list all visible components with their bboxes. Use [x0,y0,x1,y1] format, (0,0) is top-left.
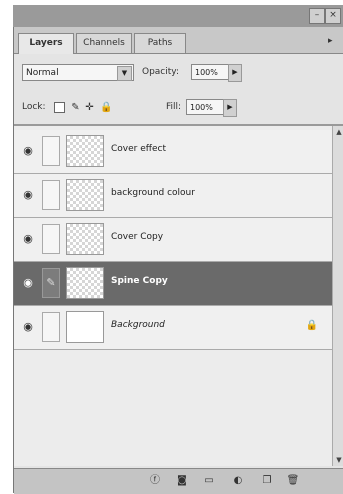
new-layer-icon[interactable]: ❐ [260,474,274,488]
scroll-down-icon[interactable]: ▼ [333,454,343,466]
layer-row[interactable]: ◉ Background 🔒 [14,306,332,350]
eye-icon[interactable]: ◉ [20,231,36,247]
link-slot[interactable] [42,312,60,342]
palette-titlebar[interactable]: – × [13,5,343,27]
adjustment-layer-icon[interactable]: ◐ [231,474,245,488]
fill-arrow-icon[interactable]: ▶ [223,99,237,117]
eye-icon[interactable]: ◉ [20,319,36,335]
layer-name: Background [111,320,165,330]
eye-icon[interactable]: ◉ [20,275,36,291]
lock-icon[interactable]: 🔒 [100,102,112,113]
tab-channels[interactable]: Channels [76,33,132,53]
layer-style-icon[interactable]: ⓕ [148,474,162,488]
layer-name: Cover Copy [111,232,164,242]
lock-fill-row: Lock: ✎ ✛ 🔒 Fill: 100% ▶ [14,88,343,126]
opacity-label: Opacity: [142,67,179,77]
opacity-value: 100% [195,68,218,77]
layer-thumbnail [66,135,104,167]
blend-opacity-row: Normal ▼ Opacity: 100% ▶ [14,54,343,88]
trash-icon[interactable]: 🗑 [286,474,300,488]
layer-thumbnail [66,179,104,211]
opacity-field[interactable]: 100% ▶ [191,64,242,82]
layer-row[interactable]: ◉ Cover Copy [14,218,332,262]
layers-scrollbar[interactable]: ▲ ▼ [332,126,343,466]
fill-label: Fill: [166,102,182,112]
layer-name: Spine Copy [111,276,168,286]
paintbrush-icon[interactable]: ✎ [70,102,81,113]
tab-paths[interactable]: Paths [134,33,186,53]
link-slot[interactable] [42,180,60,210]
lock-transparent-icon[interactable] [54,102,65,113]
link-slot[interactable] [42,136,60,166]
layer-thumbnail [66,267,104,299]
palette-tabs: Layers Channels Paths ▸ [14,27,343,54]
minimize-button[interactable]: – [309,8,325,24]
layer-thumbnail [66,223,104,255]
new-set-icon[interactable]: ▭ [202,474,216,488]
close-button[interactable]: × [325,8,341,24]
layers-panel: Layers Channels Paths ▸ Normal ▼ Opacity… [13,27,343,494]
fill-field[interactable]: 100% ▶ [186,99,237,117]
move-icon[interactable]: ✛ [84,102,95,113]
lock-label: Lock: [22,102,46,112]
layer-row[interactable]: ◉ Cover effect [14,130,332,174]
layers-footer-toolbar: ⓕ ◙ ▭ ◐ ❐ 🗑 [14,468,343,494]
link-slot[interactable] [42,224,60,254]
layer-row[interactable]: ◉ background colour [14,174,332,218]
layer-thumbnail [66,311,104,343]
chevron-down-icon[interactable]: ▼ [117,66,132,81]
layer-row-selected[interactable]: ◉ ✎ Spine Copy [14,262,332,306]
fill-value: 100% [190,103,213,112]
lock-icon: 🔒 [305,320,318,331]
opacity-arrow-icon[interactable]: ▶ [228,64,242,82]
eye-icon[interactable]: ◉ [20,143,36,159]
blend-mode-value: Normal [26,68,59,78]
layer-name: background colour [111,188,195,198]
add-mask-icon[interactable]: ◙ [175,474,189,488]
eye-icon[interactable]: ◉ [20,187,36,203]
layers-palette-window: – × Layers Channels Paths ▸ Normal ▼ Opa… [0,0,343,494]
panel-menu-arrow-icon[interactable]: ▸ [328,34,340,48]
scroll-up-icon[interactable]: ▲ [333,126,343,138]
layers-list: ◉ Cover effect ◉ background colour ◉ Cov… [14,126,332,466]
layer-name: Cover effect [111,144,166,154]
paintbrush-icon[interactable]: ✎ [42,268,60,298]
blend-mode-select[interactable]: Normal ▼ [22,64,134,81]
tab-layers[interactable]: Layers [18,33,74,54]
